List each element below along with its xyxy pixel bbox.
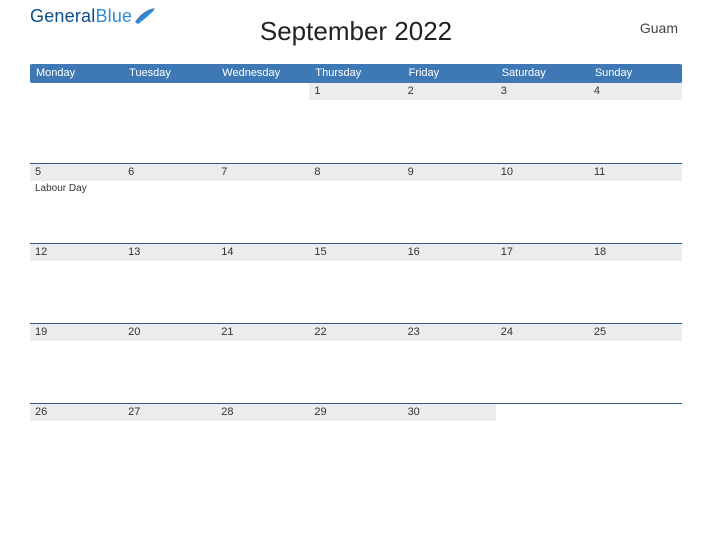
day-cell: 11 xyxy=(589,164,682,243)
day-cell: 25 xyxy=(589,324,682,403)
date-number: 23 xyxy=(403,324,496,341)
date-number: 13 xyxy=(123,244,216,261)
date-number: 2 xyxy=(403,83,496,100)
day-cell: 3 xyxy=(496,83,589,163)
day-cell: 17 xyxy=(496,244,589,323)
date-number: 7 xyxy=(216,164,309,181)
date-number: 26 xyxy=(30,404,123,421)
calendar: Monday Tuesday Wednesday Thursday Friday… xyxy=(0,60,712,483)
week-row: 2627282930 xyxy=(30,403,682,483)
date-number: 9 xyxy=(403,164,496,181)
day-header: Sunday xyxy=(589,64,682,83)
date-number xyxy=(30,83,123,100)
date-number: 24 xyxy=(496,324,589,341)
date-number: 6 xyxy=(123,164,216,181)
date-number: 21 xyxy=(216,324,309,341)
day-cell: 8 xyxy=(309,164,402,243)
day-cell: 23 xyxy=(403,324,496,403)
date-number: 25 xyxy=(589,324,682,341)
date-number: 11 xyxy=(589,164,682,181)
day-cell: 15 xyxy=(309,244,402,323)
date-number: 16 xyxy=(403,244,496,261)
date-number: 22 xyxy=(309,324,402,341)
day-cell: 29 xyxy=(309,404,402,483)
day-header: Tuesday xyxy=(123,64,216,83)
date-number: 18 xyxy=(589,244,682,261)
day-cell: 2 xyxy=(403,83,496,163)
day-cell: 26 xyxy=(30,404,123,483)
day-cell: 12 xyxy=(30,244,123,323)
day-header: Monday xyxy=(30,64,123,83)
date-number: 4 xyxy=(589,83,682,100)
date-number: 15 xyxy=(309,244,402,261)
day-cell: 30 xyxy=(403,404,496,483)
day-cell: 6 xyxy=(123,164,216,243)
date-number: 28 xyxy=(216,404,309,421)
day-cell: 10 xyxy=(496,164,589,243)
date-number: 30 xyxy=(403,404,496,421)
region-label: Guam xyxy=(640,20,678,36)
date-number xyxy=(589,404,682,421)
date-number: 5 xyxy=(30,164,123,181)
day-cell: 14 xyxy=(216,244,309,323)
day-cell: 9 xyxy=(403,164,496,243)
day-cell xyxy=(123,83,216,163)
logo-part1: General xyxy=(30,6,95,26)
date-number: 20 xyxy=(123,324,216,341)
day-header-row: Monday Tuesday Wednesday Thursday Friday… xyxy=(30,64,682,83)
day-cell: 18 xyxy=(589,244,682,323)
day-cell xyxy=(216,83,309,163)
day-cell xyxy=(30,83,123,163)
event-label: Labour Day xyxy=(30,181,123,194)
day-cell: 7 xyxy=(216,164,309,243)
day-cell: 27 xyxy=(123,404,216,483)
day-cell: 24 xyxy=(496,324,589,403)
day-header: Thursday xyxy=(309,64,402,83)
weeks-container: 12345Labour Day6789101112131415161718192… xyxy=(30,83,682,483)
week-row: 19202122232425 xyxy=(30,323,682,403)
date-number: 27 xyxy=(123,404,216,421)
day-cell xyxy=(589,404,682,483)
date-number: 3 xyxy=(496,83,589,100)
day-cell: 19 xyxy=(30,324,123,403)
logo-part2: Blue xyxy=(95,6,132,26)
day-cell: 28 xyxy=(216,404,309,483)
date-number: 1 xyxy=(309,83,402,100)
date-number xyxy=(216,83,309,100)
date-number xyxy=(496,404,589,421)
day-cell: 1 xyxy=(309,83,402,163)
day-header: Wednesday xyxy=(216,64,309,83)
date-number: 14 xyxy=(216,244,309,261)
day-cell: 22 xyxy=(309,324,402,403)
date-number: 29 xyxy=(309,404,402,421)
day-header: Saturday xyxy=(496,64,589,83)
date-number: 19 xyxy=(30,324,123,341)
date-number xyxy=(123,83,216,100)
logo-text: GeneralBlue xyxy=(30,6,132,27)
week-row: 12131415161718 xyxy=(30,243,682,323)
day-header: Friday xyxy=(403,64,496,83)
week-row: 1234 xyxy=(30,83,682,163)
day-cell: 4 xyxy=(589,83,682,163)
date-number: 8 xyxy=(309,164,402,181)
day-cell: 13 xyxy=(123,244,216,323)
day-cell: 21 xyxy=(216,324,309,403)
date-number: 10 xyxy=(496,164,589,181)
date-number: 17 xyxy=(496,244,589,261)
week-row: 5Labour Day67891011 xyxy=(30,163,682,243)
date-number: 12 xyxy=(30,244,123,261)
day-cell xyxy=(496,404,589,483)
day-cell: 20 xyxy=(123,324,216,403)
logo: GeneralBlue xyxy=(30,6,157,29)
logo-swoosh-icon xyxy=(135,8,157,29)
day-cell: 5Labour Day xyxy=(30,164,123,243)
header: GeneralBlue September 2022 Guam xyxy=(0,0,712,60)
day-cell: 16 xyxy=(403,244,496,323)
